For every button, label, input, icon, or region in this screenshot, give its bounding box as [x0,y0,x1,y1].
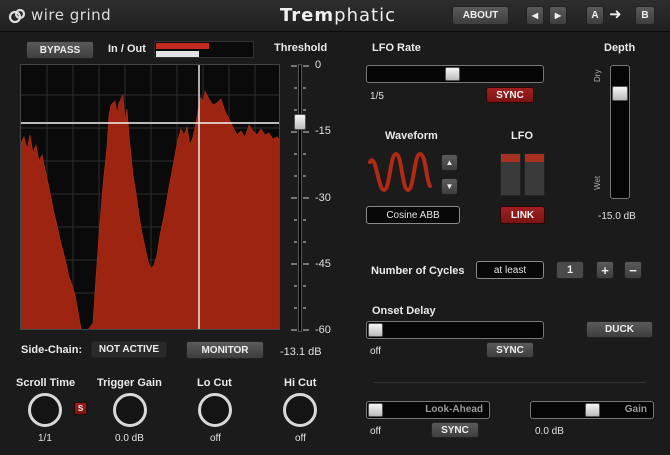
preset-a-button[interactable]: A [586,6,604,25]
sidechain-label: Side-Chain: [21,344,83,356]
preset-b-button[interactable]: B [635,6,655,25]
title-light: phatic [334,5,396,26]
prev-preset-button[interactable]: ◀ [526,6,544,25]
lfo-rate-slider[interactable] [366,65,544,83]
gain-value: 0.0 dB [535,426,564,437]
threshold-value: -13.1 dB [280,346,322,358]
scroll-time-knob[interactable] [28,393,62,427]
onset-delay-slider[interactable] [366,321,544,339]
depth-label: Depth [604,42,636,54]
onset-delay-sync-button[interactable]: SYNC [486,342,534,358]
brand-name: wire grind [31,6,112,24]
lfo-meter-left [500,153,521,196]
onset-delay-thumb[interactable] [368,323,383,337]
plugin-title: Tremphatic [280,5,396,26]
cycles-minus-button[interactable]: − [624,261,642,279]
trigger-gain-label: Trigger Gain [97,377,162,389]
depth-slider-thumb[interactable] [612,86,628,101]
scroll-time-label: Scroll Time [16,377,76,389]
scroll-time-sync-button[interactable]: S [74,402,87,415]
depth-value: -15.0 dB [598,211,636,222]
cycles-mode-select[interactable]: at least [476,261,544,279]
gain-label: Gain [624,404,647,415]
cosine-wave-icon [368,151,432,193]
hi-cut-knob[interactable] [283,393,317,427]
trigger-gain-knob[interactable] [113,393,147,427]
lfo-link-button[interactable]: LINK [500,206,545,224]
lfo-rate-sync-button[interactable]: SYNC [486,87,534,103]
threshold-tick-60: -60 [315,324,331,336]
depth-dry-label: Dry [593,69,602,82]
look-ahead-label: Look-Ahead [425,404,483,415]
copy-arrow-icon[interactable]: ➜ [609,5,622,23]
look-ahead-slider[interactable]: Look-Ahead [366,401,490,419]
threshold-tick-0: 0 [315,59,322,71]
lfo-rate-value: 1/5 [370,91,384,102]
hi-cut-value: off [295,433,306,444]
output-level-bar [156,51,199,57]
threshold-slider[interactable] [290,64,312,332]
input-level-bar [156,43,209,49]
look-ahead-thumb[interactable] [368,403,383,417]
threshold-tick-15: -15 [315,125,331,137]
depth-slider[interactable] [610,65,630,199]
next-preset-button[interactable]: ▶ [549,6,567,25]
threshold-tick-45: -45 [315,258,331,270]
lfo-rate-label: LFO Rate [372,42,421,54]
scroll-time-value: 1/1 [38,433,52,444]
cycles-plus-button[interactable]: + [596,261,614,279]
about-button[interactable]: ABOUT [452,6,509,25]
bypass-button[interactable]: BYPASS [26,41,94,59]
lfo-rate-thumb[interactable] [445,67,460,81]
waveform-name: Cosine ABB [366,206,460,224]
lfo-meter-right [524,153,545,196]
in-out-label: In / Out [108,43,146,55]
waveform-display [20,64,280,330]
waveform-label: Waveform [385,130,438,142]
monitor-button[interactable]: MONITOR [186,341,264,359]
onset-delay-value: off [370,346,381,357]
threshold-label: Threshold [274,42,328,54]
lo-cut-label: Lo Cut [197,377,232,389]
lo-cut-value: off [210,433,221,444]
threshold-ticks-graphic [291,65,309,331]
duck-button[interactable]: DUCK [586,321,653,338]
sidechain-status: NOT ACTIVE [91,341,167,358]
gain-thumb[interactable] [585,403,600,417]
look-ahead-sync-button[interactable]: SYNC [431,422,479,438]
section-divider [374,382,646,383]
lfo-label: LFO [511,130,533,142]
waveform-down-button[interactable]: ▼ [441,178,458,195]
depth-wet-label: Wet [593,175,602,190]
title-bold: Trem [280,5,335,26]
look-ahead-value: off [370,426,381,437]
onset-delay-label: Onset Delay [372,305,436,317]
waveform-up-button[interactable]: ▲ [441,154,458,171]
hi-cut-label: Hi Cut [284,377,317,389]
gain-slider[interactable]: Gain [530,401,654,419]
cycles-count: 1 [556,261,584,279]
lo-cut-knob[interactable] [198,393,232,427]
threshold-slider-thumb[interactable] [294,114,306,130]
in-out-meter [154,41,254,58]
cycles-label: Number of Cycles [371,265,465,277]
trigger-gain-value: 0.0 dB [115,433,144,444]
brand-logo-icon [8,7,26,25]
waveform-preview [368,150,432,196]
threshold-tick-30: -30 [315,192,331,204]
